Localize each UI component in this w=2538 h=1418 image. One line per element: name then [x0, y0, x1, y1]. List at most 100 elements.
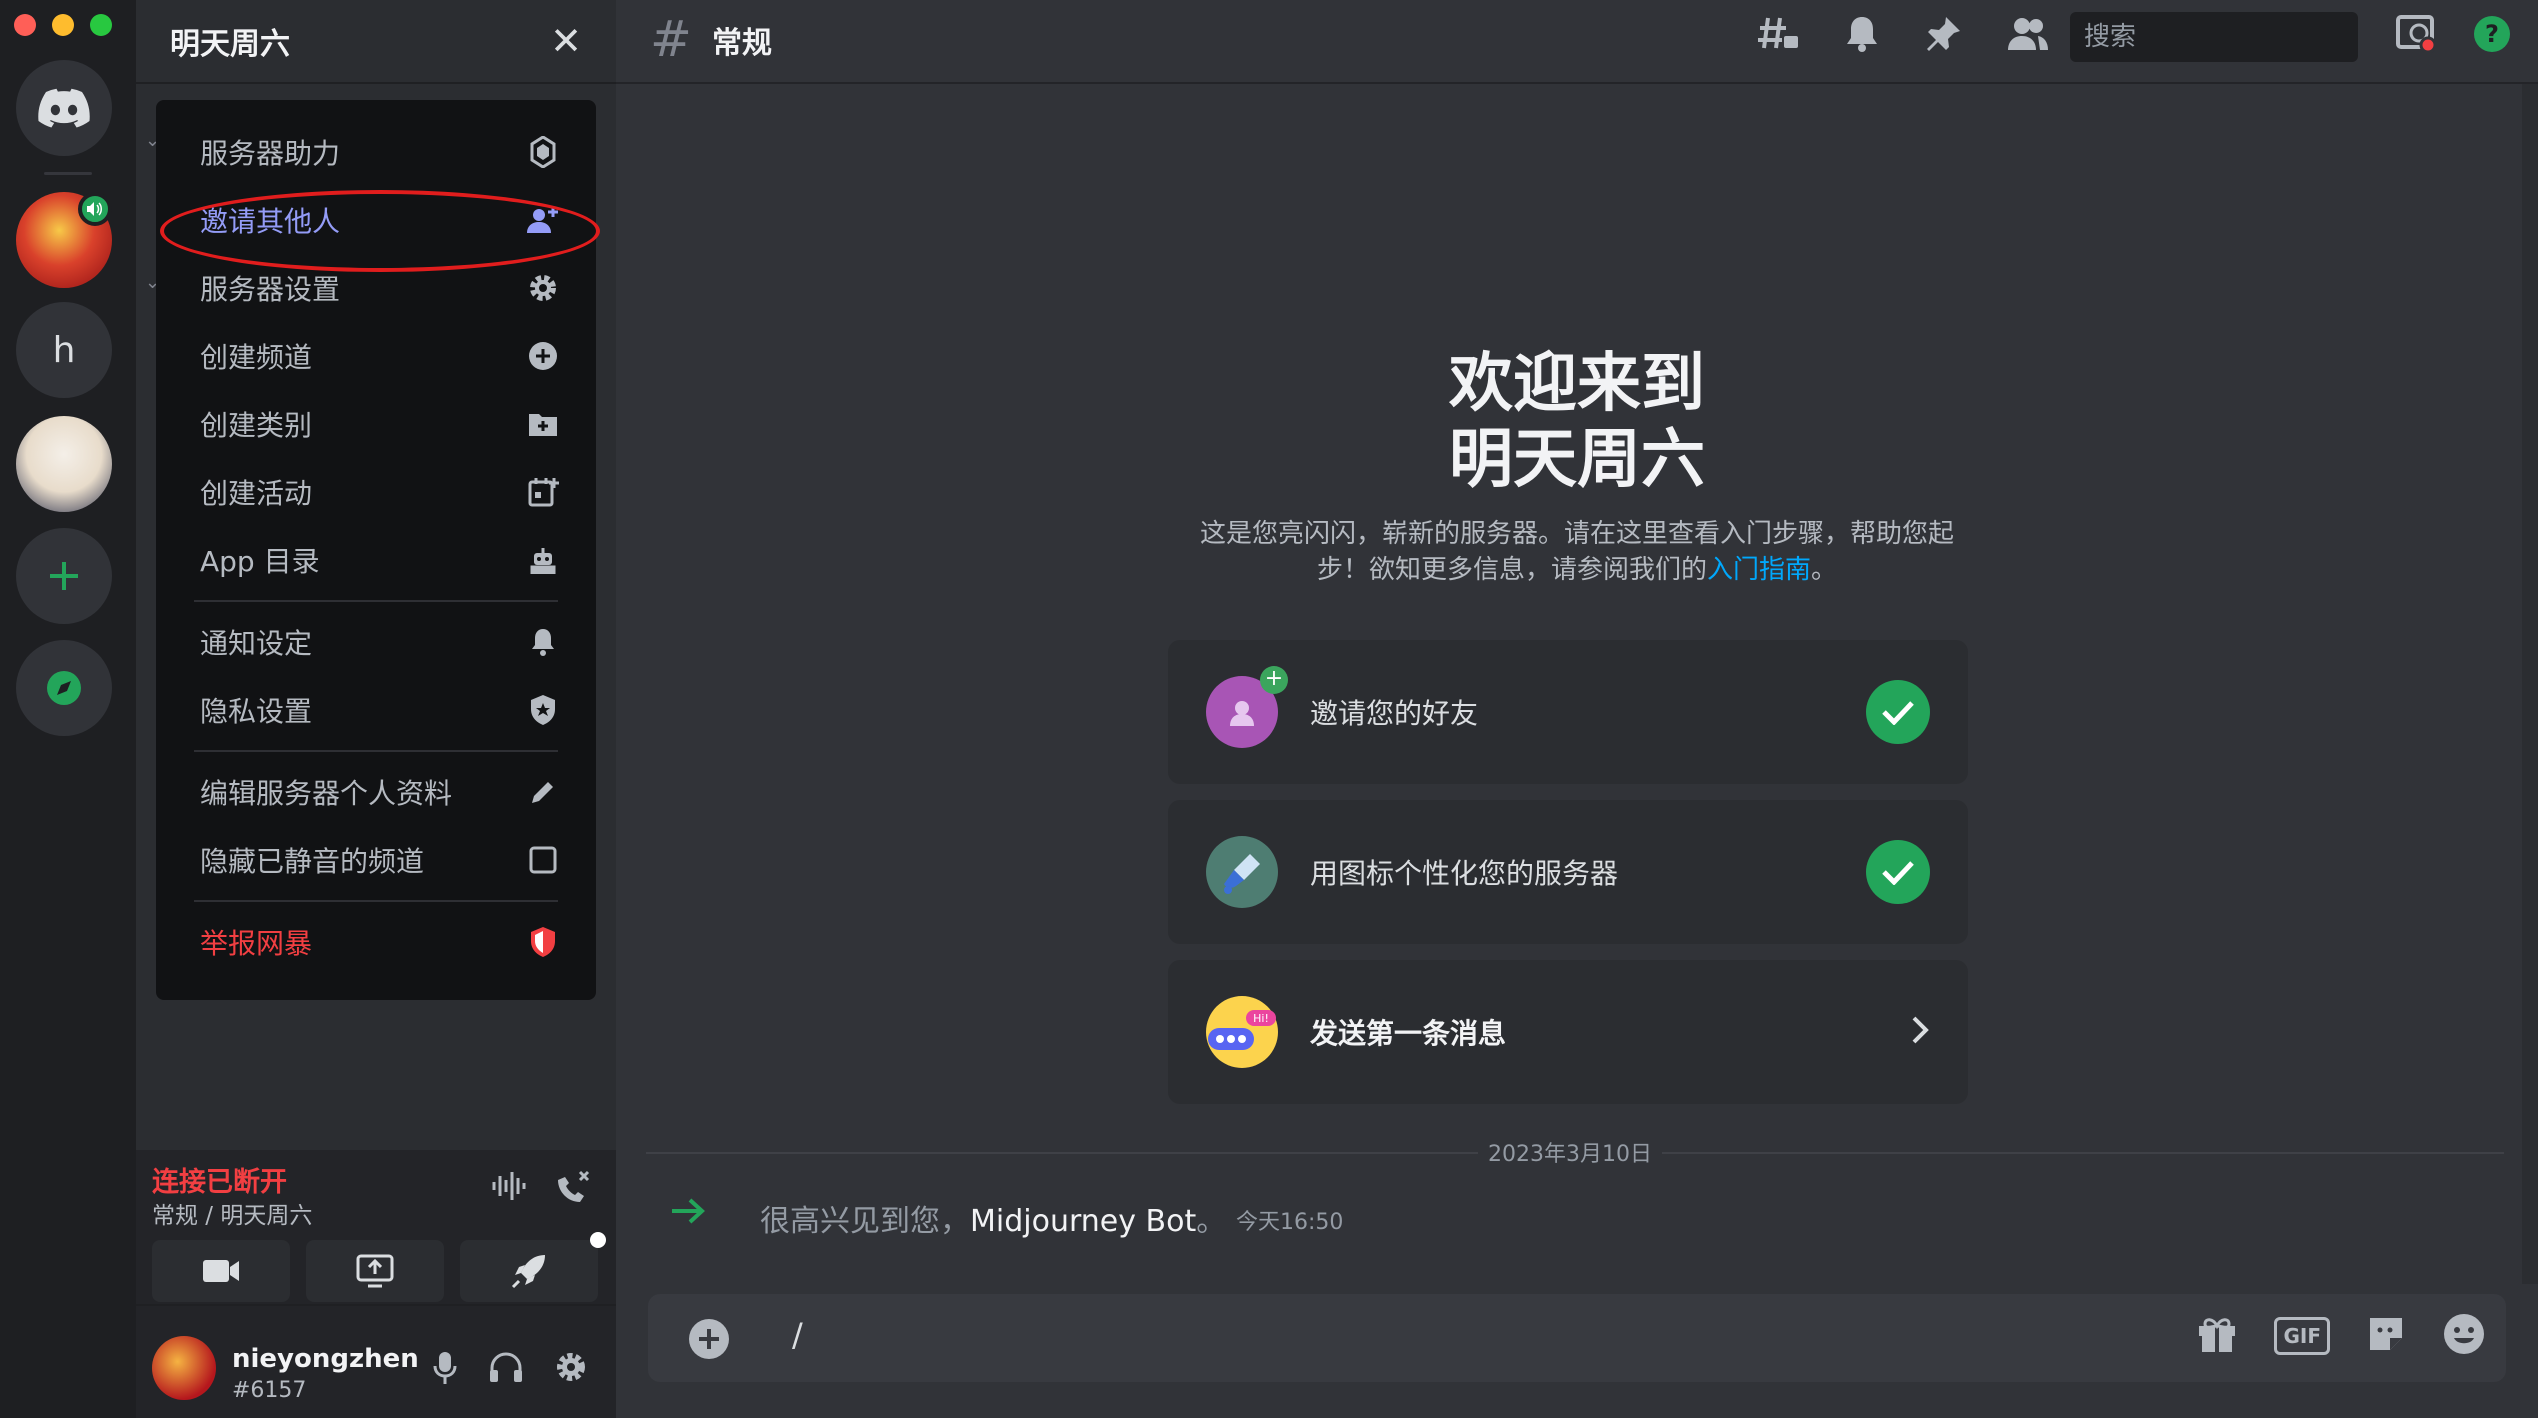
close-window-button[interactable] [14, 14, 36, 36]
gif-icon[interactable]: GIF [2274, 1317, 2330, 1355]
welcome-description: 这是您亮闪闪，崭新的服务器。请在这里查看入门步骤，帮助您起步！欲知更多信息，请参… [1177, 516, 1977, 588]
divider-date: 2023年3月10日 [1478, 1136, 1662, 1168]
channel-name: 常规 [712, 26, 772, 61]
checklist-card-send-first-message[interactable]: Hi! 发送第一条消息 [1168, 960, 1968, 1104]
chat-bubble-hi-icon: Hi! [1206, 996, 1278, 1068]
gift-icon[interactable] [2196, 1314, 2238, 1358]
compass-icon [47, 671, 81, 705]
avatar[interactable] [152, 1336, 216, 1400]
hashtag-icon: # [650, 10, 692, 68]
plus-circle-icon [526, 339, 560, 373]
notification-dot [590, 1232, 606, 1248]
pencil-icon [526, 775, 560, 809]
menu-item-create-event[interactable]: 创建活动 [170, 458, 582, 526]
menu-item-server-boost[interactable]: 服务器助力 [170, 118, 582, 186]
join-arrow-icon [670, 1196, 706, 1230]
gear-icon [526, 271, 560, 305]
paintbrush-icon [1206, 836, 1278, 908]
folder-plus-icon [526, 407, 560, 441]
plus-badge-icon: + [1260, 666, 1288, 694]
checkmark-icon [1866, 840, 1930, 904]
menu-item-create-channel[interactable]: 创建频道 [170, 322, 582, 390]
welcome-title-line1: 欢迎来到 [1449, 347, 1705, 421]
add-person-icon [526, 203, 560, 237]
main-content: # 常规 ? 欢迎来到 明天周六 这是您亮闪闪，崭新的服务器。请在这里查看入 [616, 0, 2538, 1418]
welcome-title-line2: 明天周六 [1449, 423, 1705, 497]
notification-bell-icon[interactable] [1844, 15, 1880, 57]
server-dropdown-menu: 服务器助力 邀请其他人 服务器设置 创建频道 创建类别 创建活动 App 目录 [156, 100, 596, 1000]
upload-plus-icon[interactable] [688, 1318, 730, 1364]
members-list-icon[interactable] [2006, 16, 2050, 56]
menu-item-report-raid[interactable]: 举报网暴 [170, 908, 582, 976]
explore-servers-button[interactable] [16, 640, 112, 736]
activity-button[interactable] [460, 1232, 606, 1302]
message-composer[interactable]: / GIF [648, 1294, 2506, 1382]
checkbox-icon[interactable] [526, 843, 560, 877]
user-tag: #6157 [232, 1378, 307, 1403]
noise-suppression-icon[interactable] [490, 1170, 526, 1208]
voice-channel[interactable]: 常规 / 明天周六 [152, 1196, 312, 1230]
menu-item-create-category[interactable]: 创建类别 [170, 390, 582, 458]
zoom-window-button[interactable] [90, 14, 112, 36]
menu-item-edit-server-profile[interactable]: 编辑服务器个人资料 [170, 758, 582, 826]
search-input[interactable] [2084, 22, 2408, 52]
card-label: 邀请您的好友 [1310, 697, 1479, 730]
checklist-card-invite-friends[interactable]: + 邀请您的好友 [1168, 640, 1968, 784]
invite-friends-icon: + [1206, 666, 1288, 748]
username[interactable]: nieyongzhen [232, 1344, 419, 1374]
help-icon[interactable]: ? [2472, 14, 2512, 58]
channel-header: # 常规 ? [616, 0, 2538, 84]
headphones-icon[interactable] [488, 1350, 524, 1390]
message-timestamp: 今天16:50 [1236, 1210, 1344, 1235]
menu-item-privacy-settings[interactable]: 隐私设置 [170, 676, 582, 744]
search-box[interactable] [2070, 12, 2434, 62]
camera-icon [203, 1260, 239, 1282]
screen-share-icon [356, 1254, 394, 1288]
scrollbar[interactable] [2522, 84, 2538, 1284]
svg-text:Hi!: Hi! [1253, 1012, 1269, 1025]
threads-icon[interactable] [1756, 14, 1800, 58]
plus-icon [50, 562, 78, 590]
checkmark-icon [1866, 680, 1930, 744]
menu-item-app-directory[interactable]: App 目录 [170, 526, 582, 594]
server-icon-h[interactable]: h [16, 302, 112, 398]
pin-icon[interactable] [1924, 15, 1962, 57]
menu-item-notification-settings[interactable]: 通知设定 [170, 608, 582, 676]
speaker-icon [78, 192, 112, 226]
menu-item-hide-muted-channels[interactable]: 隐藏已静音的频道 [170, 826, 582, 894]
emoji-icon[interactable] [2442, 1312, 2486, 1360]
server-name: 明天周六 [170, 27, 290, 62]
inbox-icon[interactable] [2396, 15, 2437, 57]
chevron-right-icon [1910, 1015, 1930, 1049]
add-server-button[interactable] [16, 528, 112, 624]
minimize-window-button[interactable] [52, 14, 74, 36]
server-header[interactable]: 明天周六 ✕ [136, 0, 616, 84]
menu-divider [194, 750, 558, 752]
disconnect-call-icon[interactable] [554, 1170, 592, 1208]
video-button[interactable] [152, 1240, 290, 1302]
join-username[interactable]: Midjourney Bot [970, 1204, 1196, 1239]
server-rail: h [0, 0, 136, 1418]
checklist-card-personalize-server[interactable]: 用图标个性化您的服务器 [1168, 800, 1968, 944]
system-join-message: 很高兴见到您，Midjourney Bot。 [760, 1196, 1226, 1240]
server-icon-hoyoverse[interactable] [16, 416, 112, 512]
user-settings-gear-icon[interactable] [554, 1350, 588, 1390]
card-label: 发送第一条消息 [1310, 1017, 1507, 1050]
menu-item-server-settings[interactable]: 服务器设置 [170, 254, 582, 322]
welcome-desc-end: 。 [1811, 555, 1838, 585]
message-input[interactable]: / [792, 1316, 803, 1354]
close-icon[interactable]: ✕ [550, 19, 582, 63]
robot-icon [526, 543, 560, 577]
discord-logo-icon [38, 88, 90, 128]
menu-divider [194, 600, 558, 602]
welcome-desc-text: 这是您亮闪闪，崭新的服务器。请在这里查看入门步骤，帮助您起步！欲知更多信息，请参… [1199, 519, 1954, 585]
discord-app: h 明天周六 ✕ ⌄ ⌄ 服务器助力 邀请其他人 服务器设置 创建频道 创建类别… [0, 0, 2538, 1418]
join-prefix: 很高兴见到您， [760, 1204, 970, 1239]
shield-icon [526, 693, 560, 727]
screen-share-button[interactable] [306, 1240, 444, 1302]
sticker-icon[interactable] [2366, 1314, 2406, 1358]
microphone-icon[interactable] [432, 1350, 458, 1390]
menu-item-invite-people[interactable]: 邀请其他人 [170, 186, 582, 254]
getting-started-link[interactable]: 入门指南 [1707, 555, 1811, 585]
direct-messages-button[interactable] [16, 60, 112, 156]
